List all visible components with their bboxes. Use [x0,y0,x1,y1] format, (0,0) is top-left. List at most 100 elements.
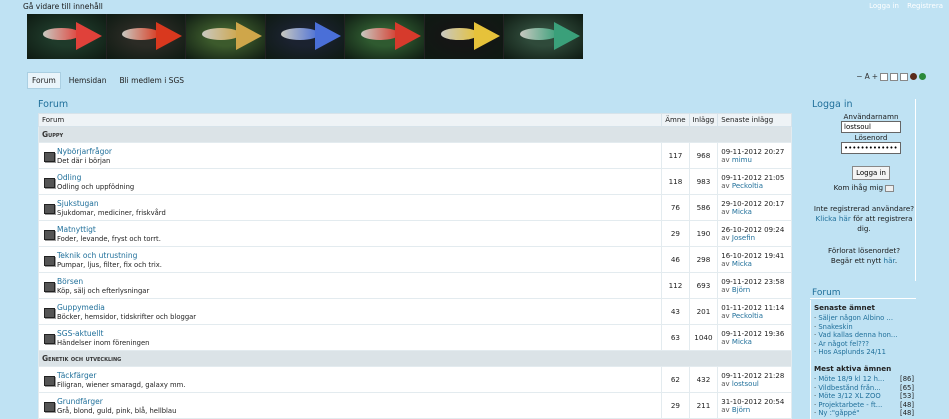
login-button[interactable]: Logga in [852,166,890,180]
forum-link[interactable]: Sjukstugan [57,199,658,208]
forum-cell: Odling Odling och uppfödning [37,168,663,195]
post-count: 432 [688,366,719,393]
latest-topic-item: · Är något fel??? [814,339,869,348]
forum-link[interactable]: Grundfärger [57,397,658,406]
category-title[interactable]: Genetik och utveckling [38,350,792,367]
password-label: Lösenord [854,133,888,142]
to-register-text: för att registrera dig. [853,214,913,233]
banner-fish-image [27,14,107,59]
author-link[interactable]: Micka [732,338,752,346]
forum-folder-icon [44,178,55,188]
layout-wide-icon[interactable] [890,72,898,81]
author-link[interactable]: Björn [732,406,750,414]
forum-link[interactable]: Nybörjarfrågor [57,147,658,156]
forum-link[interactable]: Guppymedia [57,303,658,312]
topic-count: 62 [661,366,690,393]
author-link[interactable]: mimu [732,156,752,164]
latest-topic-item: · Snakeskin [814,322,853,331]
sidebar-forum-vertical-divider [810,300,811,419]
topic-count: 43 [661,298,690,325]
forum-description: Odling och uppfödning [57,182,135,191]
forum-link[interactable]: Täckfärger [57,371,658,380]
skip-to-content-link[interactable]: Gå vidare till innehåll [23,2,103,11]
theme-green-icon[interactable] [919,73,926,80]
active-topic-count: [48] [900,400,914,409]
forum-link[interactable]: Matnyttigt [57,225,658,234]
not-registered-text: Inte registrerad användare? [813,204,915,213]
request-password-link[interactable]: här [884,256,895,265]
forum-link[interactable]: SGS-aktuellt [57,329,658,338]
tab-bli-medlem[interactable]: Bli medlem i SGS [114,72,190,89]
by-prefix: av [721,207,730,216]
by-prefix: av [721,181,730,190]
last-post-author: av Peckoltia [721,182,788,190]
tab-hemsidan[interactable]: Hemsidan [63,72,112,89]
forum-cell: Börsen Köp, sälj och efterlysningar [37,272,663,299]
forum-link[interactable]: Börsen [57,277,658,286]
active-topic-link[interactable]: Möte 18/9 kl 12 h... [818,375,884,383]
last-post-date: 01-11-2012 11:14 [721,303,785,312]
login-link[interactable]: Logga in [869,2,899,10]
remember-me[interactable]: Kom ihåg mig [812,183,916,192]
font-decrease-icon[interactable]: − [856,72,862,81]
author-link[interactable]: Josefin [732,234,755,242]
last-post-date: 29-10-2012 20:17 [721,199,785,208]
theme-brown-icon[interactable] [910,73,917,80]
forum-description: Filigran, wiener smaragd, galaxy mm. [57,380,186,389]
active-topic-link[interactable]: Ny :"gåppé" [818,409,859,417]
active-topic-link[interactable]: Projektarbete - ft... [818,401,882,409]
password-field[interactable] [841,142,901,154]
active-topic-item: · Ny :"gåppé" [48] [814,409,914,418]
latest-topic-link[interactable]: Vad kallas denna hon... [818,331,897,339]
active-topic-count: [53] [900,392,914,401]
last-post-date: 31-10-2012 20:54 [721,397,785,406]
table-row: SGS-aktuellt Händelser inom föreningen 63 1… [37,324,792,351]
font-increase-icon[interactable]: + [872,72,878,81]
active-topic-link[interactable]: Möte 3/12 XL ZOO [818,392,880,400]
forum-description: Händelser inom föreningen [57,338,150,347]
active-topic-count: [48] [900,409,914,418]
forum-description: Pumpar, ljus, filter, fix och trix. [57,260,162,269]
sidebar-forum-divider [810,298,916,299]
latest-topic-link[interactable]: Är något fel??? [818,340,869,348]
latest-topic-link[interactable]: Hos Asplunds 24/11 [818,348,886,356]
font-size-icon[interactable]: A [865,72,870,81]
post-count: 968 [688,142,719,169]
last-post-author: av Björn [721,286,788,294]
author-link[interactable]: lostsoul [732,380,759,388]
last-post-author: av Peckoltia [721,312,788,320]
layout-full-icon[interactable] [900,72,908,81]
forum-link[interactable]: Odling [57,173,658,182]
author-link[interactable]: Micka [732,260,752,268]
active-topic-item: · Möte 18/9 kl 12 h... [86] [814,375,914,383]
forum-link[interactable]: Teknik och utrustning [57,251,658,260]
author-link[interactable]: Peckoltia [732,312,763,320]
forum-table: Forum Ämne Inlägg Senaste inlägg Guppy Ny… [37,113,792,419]
category-title[interactable]: Guppy [38,126,792,143]
style-toolbar: − A + [856,72,926,81]
remember-me-checkbox[interactable] [885,184,895,192]
active-topic-item: · Projektarbete - ft... [48] [814,400,914,409]
last-post-cell: 31-10-2012 20:54 av Björn [717,392,792,419]
active-topic-link[interactable]: Vildbestånd från... [818,384,880,392]
layout-narrow-icon[interactable] [880,72,888,81]
author-link[interactable]: Björn [732,286,750,294]
latest-topic-link[interactable]: Säljer någon Albino ... [818,314,893,322]
last-post-date: 09-11-2012 19:36 [721,329,785,338]
register-link[interactable]: Registrera [907,2,943,10]
latest-topic-link[interactable]: Snakeskin [818,323,852,331]
forum-cell: Teknik och utrustning Pumpar, ljus, filte… [37,246,663,273]
forum-cell: SGS-aktuellt Händelser inom föreningen [37,324,663,351]
forum-description: Köp, sälj och efterlysningar [57,286,150,295]
register-link-sidebar[interactable]: Klicka här [815,214,850,223]
author-link[interactable]: Peckoltia [732,182,763,190]
author-link[interactable]: Micka [732,208,752,216]
last-post-date: 09-11-2012 23:58 [721,277,785,286]
last-post-cell: 29-10-2012 20:17 av Micka [717,194,792,221]
tab-forum[interactable]: Forum [27,72,61,89]
topic-count: 76 [661,194,690,221]
forum-description: Det där i början [57,156,111,165]
username-field[interactable] [841,121,901,133]
header-banner[interactable] [27,14,584,59]
banner-fish-image [265,14,346,59]
